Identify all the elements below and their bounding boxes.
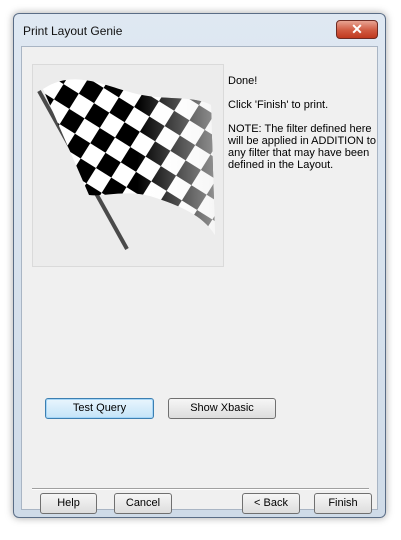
back-button[interactable]: < Back — [242, 493, 300, 514]
dialog-client-area: Done! Click 'Finish' to print. NOTE: The… — [21, 46, 378, 514]
cancel-button[interactable]: Cancel — [114, 493, 172, 514]
show-xbasic-button[interactable]: Show Xbasic — [168, 398, 276, 419]
filter-note-text: NOTE: The filter defined here will be ap… — [228, 123, 376, 171]
finish-instruction-text: Click 'Finish' to print. — [228, 99, 329, 111]
dialog-window: Print Layout Genie ✕ Done! Click 'Finish… — [13, 13, 386, 518]
window-title: Print Layout Genie — [23, 24, 123, 38]
test-query-button[interactable]: Test Query — [45, 398, 154, 419]
finish-button[interactable]: Finish — [314, 493, 372, 514]
message-panel: Done! Click 'Finish' to print. NOTE: The… — [228, 75, 376, 183]
help-button[interactable]: Help — [40, 493, 97, 514]
close-icon: ✕ — [351, 21, 363, 37]
done-text: Done! — [228, 75, 258, 87]
button-separator — [32, 488, 369, 490]
close-button[interactable]: ✕ — [336, 20, 378, 39]
checkered-flag-icon — [37, 79, 215, 250]
image-panel — [32, 64, 224, 267]
